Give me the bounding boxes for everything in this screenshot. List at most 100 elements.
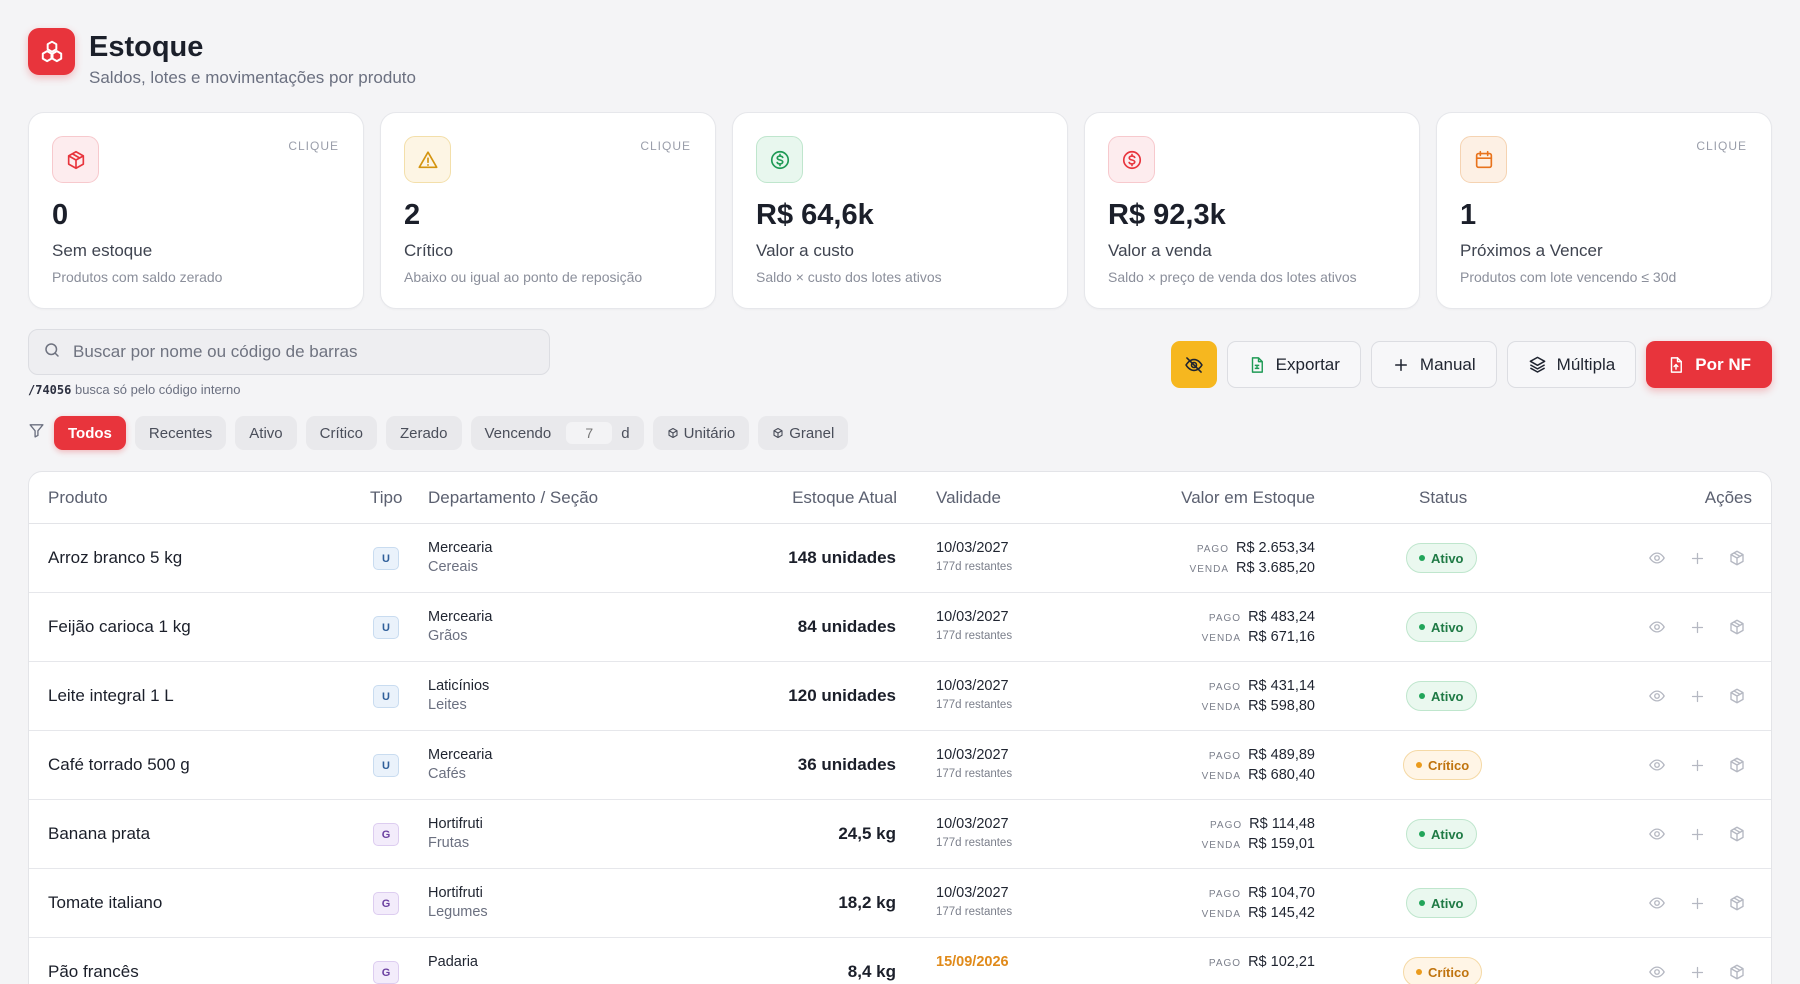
- filter-granel[interactable]: Granel: [758, 416, 849, 450]
- table-row[interactable]: Tomate italiano G Hortifruti Legumes 18,2 kg…: [29, 869, 1771, 938]
- filter-ativo[interactable]: Ativo: [235, 416, 297, 450]
- paid-label: PAGO: [1208, 958, 1242, 969]
- search-icon: [43, 341, 61, 364]
- sale-amount: R$ 598,80: [1248, 698, 1315, 714]
- sale-label: VENDA: [1189, 564, 1229, 575]
- col-validade[interactable]: Validade: [936, 488, 1001, 508]
- table-row[interactable]: Café torrado 500 g U Mercearia Cafés 36 unid…: [29, 731, 1771, 800]
- search-box[interactable]: [28, 329, 550, 375]
- stock-amount: 24,5 kg: [838, 824, 896, 843]
- stock-table: Produto Tipo Departamento / Seção Estoqu…: [28, 471, 1772, 984]
- add-stock-icon[interactable]: [1686, 616, 1708, 638]
- table-row[interactable]: Banana prata G Hortifruti Frutas 24,5 kg 10/0…: [29, 800, 1771, 869]
- table-row[interactable]: Feijão carioca 1 kg U Mercearia Grãos 84 uni…: [29, 593, 1771, 662]
- value-sale: VENDA R$ 671,16: [1202, 629, 1315, 645]
- file-upload-icon: [1671, 356, 1683, 373]
- col-produto[interactable]: Produto: [48, 488, 108, 508]
- card-value: 2: [404, 199, 421, 231]
- section: Cereais: [428, 559, 478, 575]
- view-icon[interactable]: [1646, 961, 1668, 983]
- sale-label: VENDA: [1201, 702, 1242, 713]
- stock-amount: 120 unidades: [788, 686, 896, 705]
- col-status[interactable]: Status: [1419, 488, 1467, 508]
- col-tipo[interactable]: Tipo: [370, 488, 402, 508]
- view-icon[interactable]: [1646, 892, 1668, 914]
- spreadsheet-icon: [1251, 356, 1263, 373]
- paid-label: PAGO: [1210, 820, 1243, 831]
- card-critico[interactable]: CLIQUE 2 Crítico Abaixo ou igual ao pont…: [380, 112, 716, 309]
- status-badge: Ativo: [1406, 543, 1477, 573]
- col-departamento[interactable]: Departamento / Seção: [428, 488, 598, 508]
- add-stock-icon[interactable]: [1686, 685, 1708, 707]
- expiry-remaining: 177d restantes: [936, 768, 1013, 780]
- add-manual-button[interactable]: Manual: [1370, 341, 1497, 388]
- department: Mercearia: [428, 540, 493, 556]
- filter-unitario[interactable]: Unitário: [652, 416, 750, 450]
- add-stock-icon[interactable]: [1686, 754, 1708, 776]
- search-input[interactable]: [73, 342, 513, 362]
- view-icon[interactable]: [1646, 823, 1668, 845]
- paid-label: PAGO: [1208, 889, 1242, 900]
- row-actions: [1646, 685, 1748, 707]
- view-icon[interactable]: [1646, 547, 1668, 569]
- card-clique-hint: CLIQUE: [640, 139, 691, 153]
- add-stock-icon[interactable]: [1686, 547, 1708, 569]
- table-row[interactable]: Arroz branco 5 kg U Mercearia Cereais 148 un…: [29, 524, 1771, 593]
- filter-zerado[interactable]: Zerado: [385, 416, 462, 450]
- value-sale: VENDA R$ 145,42: [1202, 905, 1315, 921]
- value-paid: PAGO R$ 104,70: [1209, 885, 1315, 901]
- expiry-date: 10/03/2027: [936, 885, 1009, 901]
- page-subtitle: Saldos, lotes e movimentações por produt…: [89, 68, 416, 87]
- row-actions: [1646, 892, 1748, 914]
- expiry-remaining: 177d restantes: [936, 837, 1013, 849]
- import-nf-button[interactable]: Por NF: [1646, 341, 1772, 388]
- sale-label: VENDA: [1201, 909, 1242, 920]
- sale-label: VENDA: [1201, 840, 1242, 851]
- toggle-visibility-button[interactable]: [1170, 341, 1217, 388]
- card-sem-estoque[interactable]: CLIQUE 0 Sem estoque Produtos com saldo …: [28, 112, 364, 309]
- add-multiple-button[interactable]: Múltipla: [1506, 341, 1637, 388]
- add-stock-icon[interactable]: [1686, 892, 1708, 914]
- lots-icon[interactable]: [1726, 616, 1748, 638]
- view-icon[interactable]: [1646, 616, 1668, 638]
- col-estoque[interactable]: Estoque Atual: [792, 488, 897, 508]
- lots-icon[interactable]: [1726, 754, 1748, 776]
- table-row[interactable]: Pão francês G Padaria 8,4 kg 15/09/2026 PAGO R…: [29, 938, 1771, 984]
- card-label: Próximos a Vencer: [1460, 241, 1603, 260]
- filter-icon: [28, 422, 45, 444]
- export-button[interactable]: Exportar: [1226, 341, 1361, 388]
- page-header: Estoque Saldos, lotes e movimentações po…: [28, 28, 416, 88]
- sale-amount: R$ 680,40: [1248, 767, 1315, 783]
- filter-todos[interactable]: Todos: [54, 416, 126, 450]
- row-actions: [1646, 547, 1748, 569]
- lots-icon[interactable]: [1726, 547, 1748, 569]
- section: Leites: [428, 697, 467, 713]
- product-name: Leite integral 1 L: [48, 686, 174, 705]
- status-dot: [1419, 555, 1425, 561]
- section: Grãos: [428, 628, 468, 644]
- table-row[interactable]: Leite integral 1 L U Laticínios Leites 120 u…: [29, 662, 1771, 731]
- col-valor[interactable]: Valor em Estoque: [1181, 488, 1315, 508]
- lots-icon[interactable]: [1726, 823, 1748, 845]
- filter-critico[interactable]: Crítico: [305, 416, 377, 450]
- expiry-date: 10/03/2027: [936, 678, 1009, 694]
- add-stock-icon[interactable]: [1686, 823, 1708, 845]
- department: Hortifruti: [428, 816, 483, 832]
- vencendo-days-input[interactable]: 7: [566, 422, 613, 444]
- filter-vencendo-label: Vencendo: [484, 424, 552, 442]
- expiry-date: 10/03/2027: [936, 747, 1009, 763]
- card-clique-hint: CLIQUE: [288, 139, 339, 153]
- type-badge: U: [373, 754, 399, 777]
- value-paid: PAGO R$ 483,24: [1209, 609, 1315, 625]
- lots-icon[interactable]: [1726, 892, 1748, 914]
- expiry-date: 10/03/2027: [936, 609, 1009, 625]
- view-icon[interactable]: [1646, 685, 1668, 707]
- filter-recentes[interactable]: Recentes: [134, 416, 227, 450]
- card-proximos-vencer[interactable]: CLIQUE 1 Próximos a Vencer Produtos com …: [1436, 112, 1772, 309]
- lots-icon[interactable]: [1726, 961, 1748, 983]
- add-stock-icon[interactable]: [1686, 961, 1708, 983]
- view-icon[interactable]: [1646, 754, 1668, 776]
- lots-icon[interactable]: [1726, 685, 1748, 707]
- card-value: R$ 64,6k: [756, 199, 874, 231]
- filter-vencendo[interactable]: Vencendo 7 d: [470, 416, 644, 450]
